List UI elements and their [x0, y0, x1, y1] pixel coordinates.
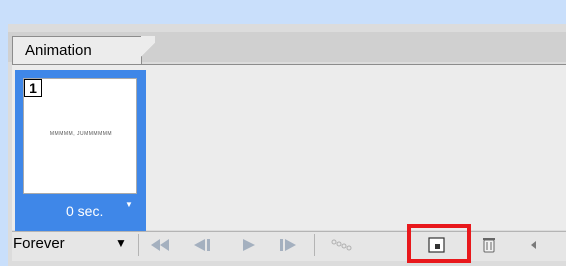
- scroll-left-button[interactable]: [522, 236, 546, 254]
- select-previous-frame-button[interactable]: [190, 236, 214, 254]
- tween-icon: [331, 239, 352, 251]
- play-button[interactable]: [236, 236, 260, 254]
- frame-1-number: 1: [24, 79, 42, 97]
- select-next-frame-button[interactable]: [276, 236, 300, 254]
- first-frame-icon: [151, 239, 169, 251]
- tween-button[interactable]: [330, 236, 354, 254]
- chevron-down-icon: ▼: [115, 236, 127, 250]
- highlight-box: [407, 224, 471, 263]
- next-frame-icon: [280, 239, 296, 251]
- frame-1-delay[interactable]: 0 sec.: [66, 203, 103, 219]
- title-bar: [8, 0, 566, 24]
- chevron-down-icon[interactable]: ▼: [125, 200, 133, 209]
- toolbar-divider: [314, 234, 315, 256]
- triangle-left-icon: [531, 241, 536, 249]
- play-icon: [243, 239, 255, 251]
- loop-value: Forever: [13, 235, 65, 252]
- trash-icon: [483, 238, 495, 253]
- frame-1-thumbnail-text: MMMMM, JUMMMMMM: [30, 122, 132, 146]
- tab-animation-label: Animation: [25, 42, 92, 59]
- select-first-frame-button[interactable]: [148, 236, 172, 254]
- previous-frame-icon: [194, 239, 210, 251]
- toolbar-divider: [138, 234, 139, 256]
- delete-frame-button[interactable]: [477, 236, 501, 254]
